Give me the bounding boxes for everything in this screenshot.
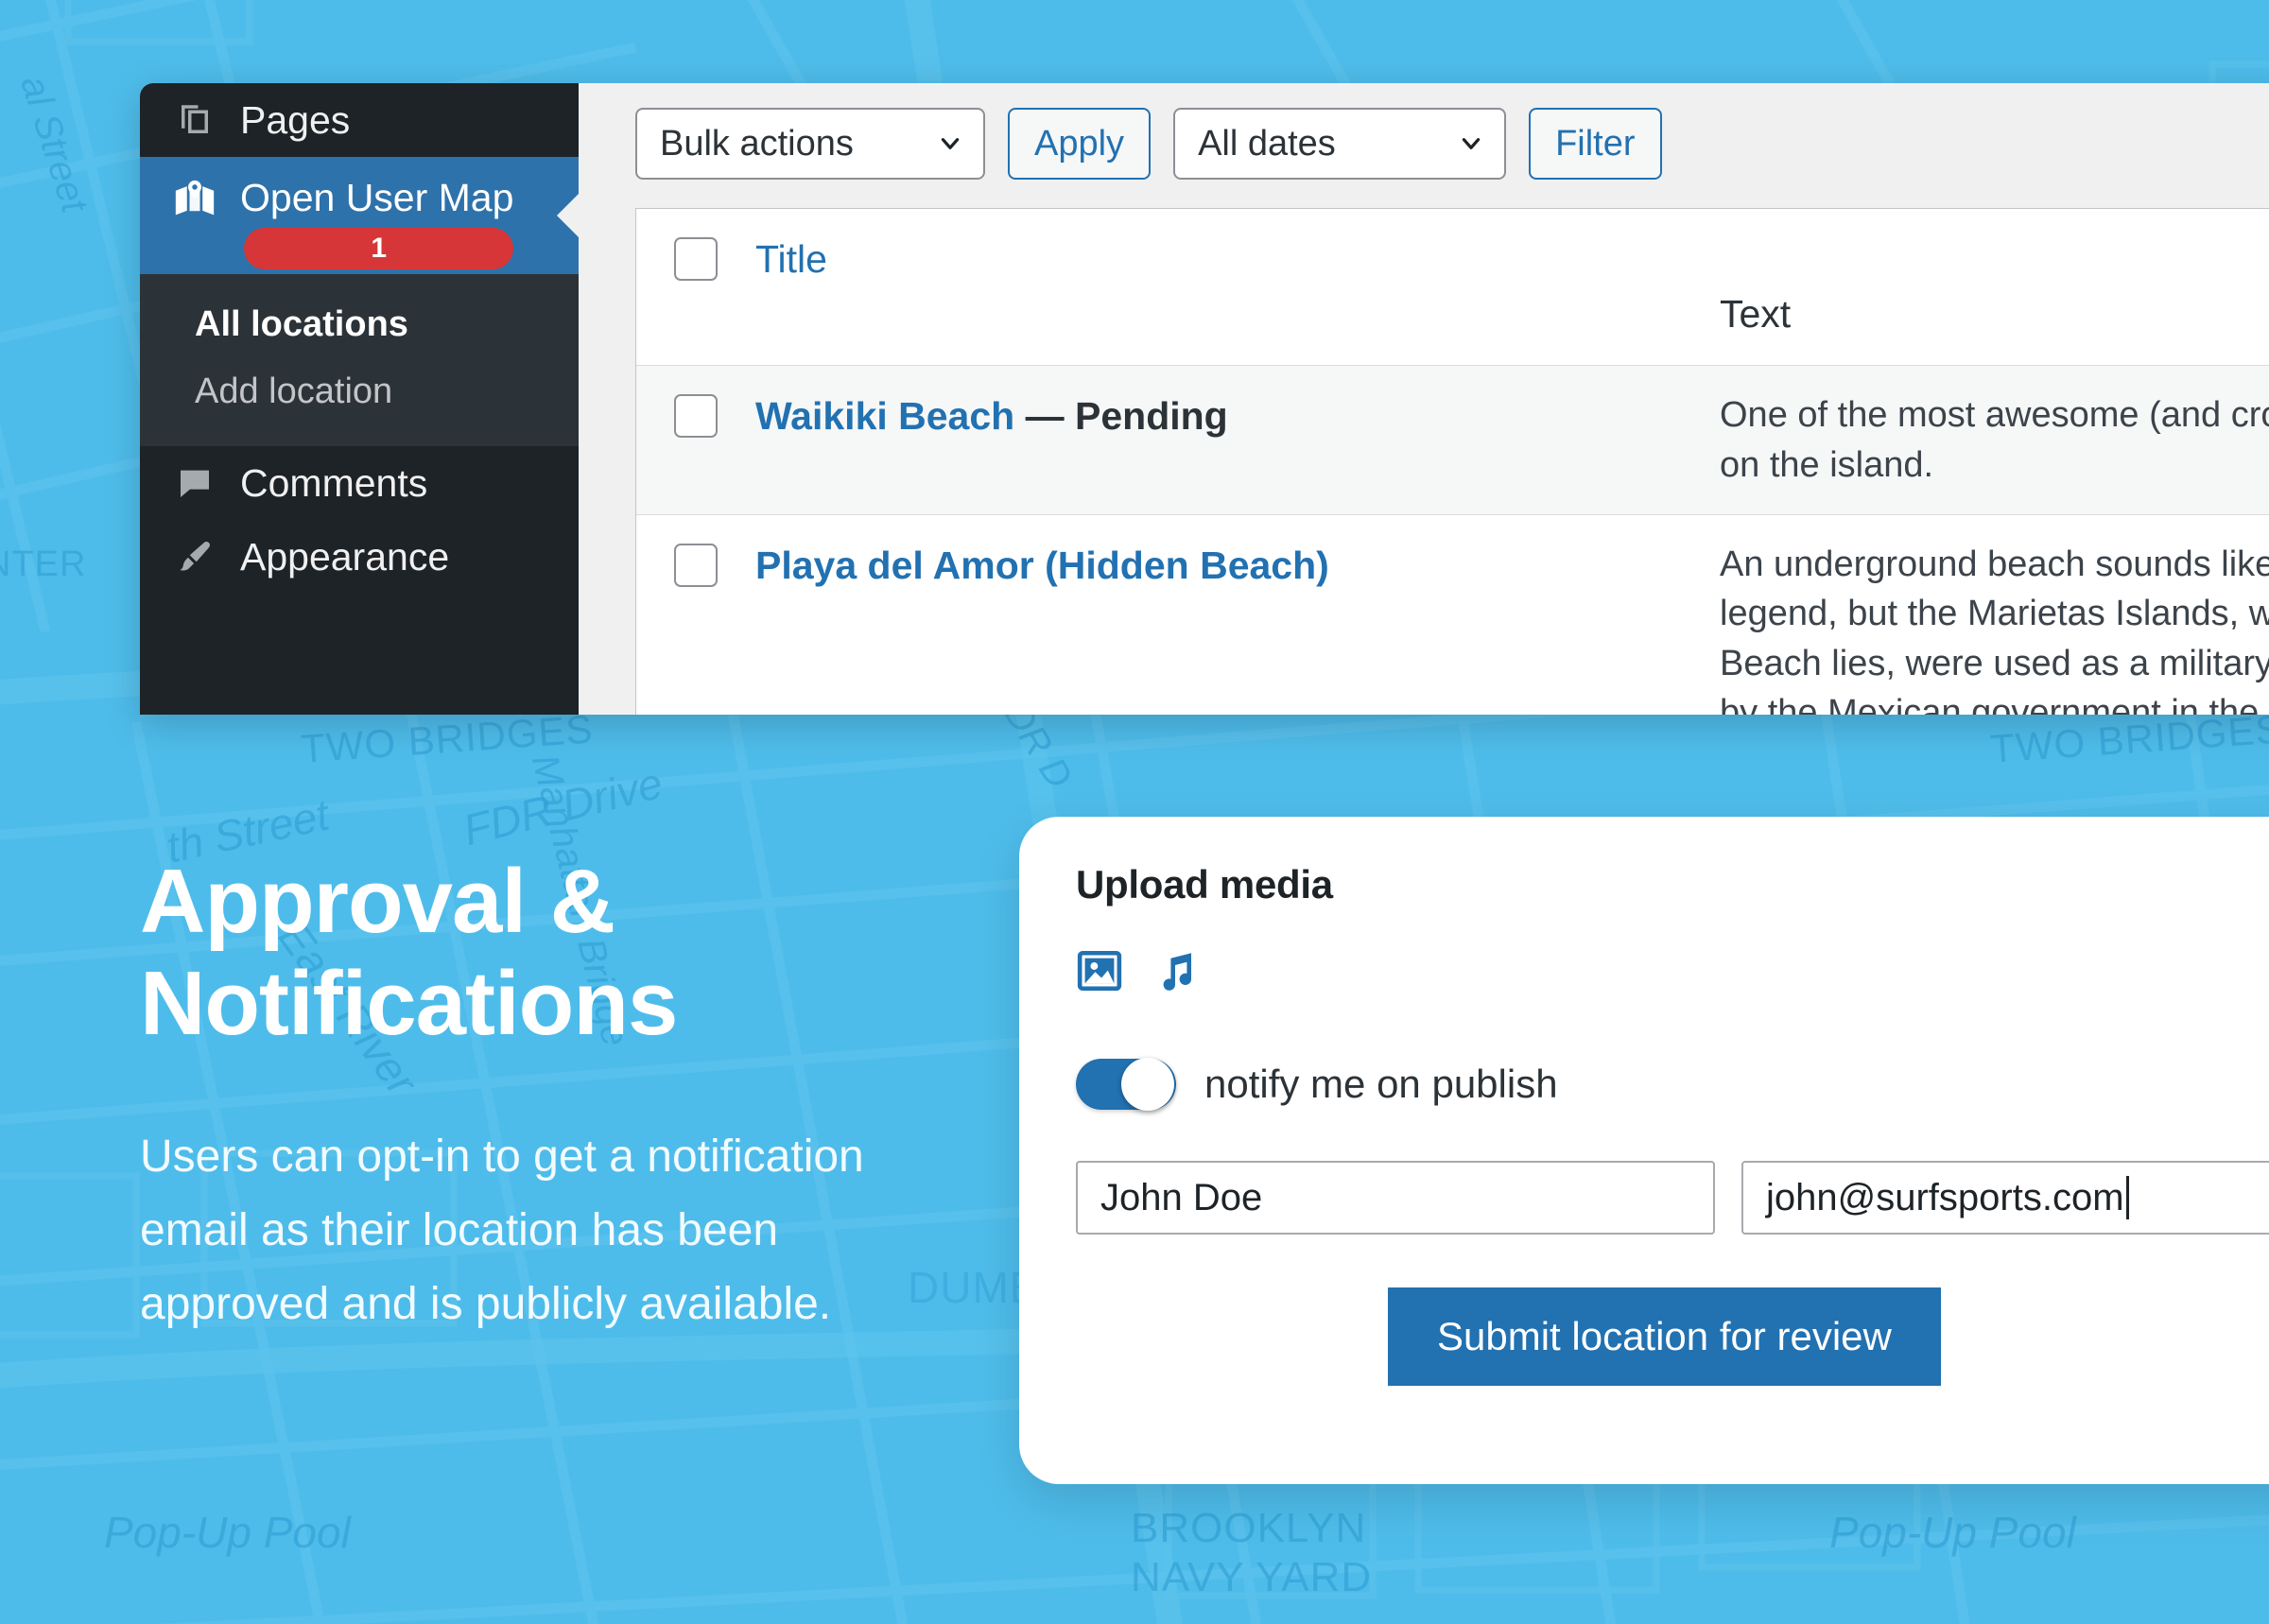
sidebar-item-pages[interactable]: Pages xyxy=(140,83,579,157)
wp-admin-panel: Pages Open User Map 1 All locations Add … xyxy=(140,83,2269,715)
table-header-row: Title Text xyxy=(636,209,2269,367)
row-title-cell: Playa del Amor (Hidden Beach) xyxy=(755,515,1720,715)
chevron-down-icon xyxy=(941,138,960,149)
submit-row: Submit location for review xyxy=(1076,1287,2269,1386)
row-select-cell xyxy=(636,515,755,715)
select-all-checkbox[interactable] xyxy=(674,237,718,281)
row-checkbox[interactable] xyxy=(674,544,718,588)
locations-table: Title Text Waikiki Beach — Pending One o… xyxy=(635,208,2269,715)
toggle-knob xyxy=(1121,1058,1174,1111)
pending-count-badge: 1 xyxy=(244,228,514,269)
sidebar-item-label: Appearance xyxy=(240,534,450,579)
location-title-link[interactable]: Playa del Amor (Hidden Beach) xyxy=(755,544,1329,587)
sidebar-subitem-all-locations[interactable]: All locations xyxy=(140,291,579,358)
bulk-actions-select[interactable]: Bulk actions xyxy=(635,108,985,180)
music-note-icon[interactable] xyxy=(1153,947,1199,994)
notify-on-publish-toggle[interactable] xyxy=(1076,1058,1176,1111)
table-row: Playa del Amor (Hidden Beach) An undergr… xyxy=(636,515,2269,715)
promo-body: Users can opt-in to get a notification e… xyxy=(140,1132,864,1329)
name-field[interactable]: John Doe xyxy=(1076,1161,1715,1235)
paintbrush-icon xyxy=(174,536,216,578)
media-icon-row xyxy=(1076,947,2269,994)
select-all-cell xyxy=(636,209,755,365)
filter-button[interactable]: Filter xyxy=(1529,108,1662,180)
bulk-actions-value: Bulk actions xyxy=(660,123,854,164)
all-dates-value: All dates xyxy=(1198,123,1336,164)
apply-button[interactable]: Apply xyxy=(1008,108,1152,180)
email-field[interactable]: john@surfsports.com xyxy=(1741,1161,2269,1235)
email-field-value: john@surfsports.com xyxy=(1766,1176,2124,1218)
pages-icon xyxy=(174,99,216,141)
sidebar-item-label: Open User Map xyxy=(240,176,514,219)
list-table-toolbar: Bulk actions Apply All dates Filter xyxy=(635,108,2269,180)
sidebar-item-label: Pages xyxy=(240,97,351,142)
sidebar-submenu: All locations Add location xyxy=(140,274,579,446)
row-title-cell: Waikiki Beach — Pending xyxy=(755,366,1720,514)
sidebar-active-arrow xyxy=(557,193,580,238)
notify-toggle-row: notify me on publish xyxy=(1076,1058,2269,1111)
sidebar-subitem-add-location[interactable]: Add location xyxy=(140,358,579,425)
promo-heading: Approval & Notifications xyxy=(140,851,678,1054)
upload-media-card: Upload media notify me on publish John D… xyxy=(1019,817,2269,1484)
location-status: — Pending xyxy=(1014,394,1228,439)
sidebar-item-label: Comments xyxy=(240,460,428,505)
comment-bubble-icon xyxy=(174,462,216,504)
wp-admin-content: Bulk actions Apply All dates Filter Titl… xyxy=(579,83,2269,715)
sidebar-subitem-label: Add location xyxy=(195,371,393,411)
all-dates-select[interactable]: All dates xyxy=(1173,108,1507,180)
column-header-text: Text xyxy=(1720,291,1792,336)
map-marker-icon xyxy=(174,178,216,219)
submit-location-button[interactable]: Submit location for review xyxy=(1388,1287,1941,1386)
column-header-title[interactable]: Title xyxy=(755,209,1720,365)
row-select-cell xyxy=(636,366,755,514)
sidebar-item-appearance[interactable]: Appearance xyxy=(140,520,579,594)
sidebar-item-comments[interactable]: Comments xyxy=(140,446,579,520)
chevron-down-icon xyxy=(1462,138,1481,149)
contact-fields-row: John Doe john@surfsports.com xyxy=(1076,1161,2269,1235)
name-field-value: John Doe xyxy=(1100,1176,1263,1218)
row-checkbox[interactable] xyxy=(674,394,718,439)
card-title: Upload media xyxy=(1076,862,1333,907)
row-text-cell: One of the most awesome (and cro on the … xyxy=(1720,395,2269,485)
sidebar-item-open-user-map[interactable]: Open User Map 1 xyxy=(140,157,580,274)
image-icon[interactable] xyxy=(1076,947,1123,994)
sidebar-subitem-label: All locations xyxy=(195,304,408,344)
table-row: Waikiki Beach — Pending One of the most … xyxy=(636,366,2269,516)
notify-toggle-label: notify me on publish xyxy=(1204,1062,1558,1106)
text-caret xyxy=(2125,1176,2129,1219)
row-text-cell: An underground beach sounds like legend,… xyxy=(1720,544,2269,715)
location-title-link[interactable]: Waikiki Beach xyxy=(755,394,1014,438)
wp-admin-sidebar: Pages Open User Map 1 All locations Add … xyxy=(140,83,580,715)
